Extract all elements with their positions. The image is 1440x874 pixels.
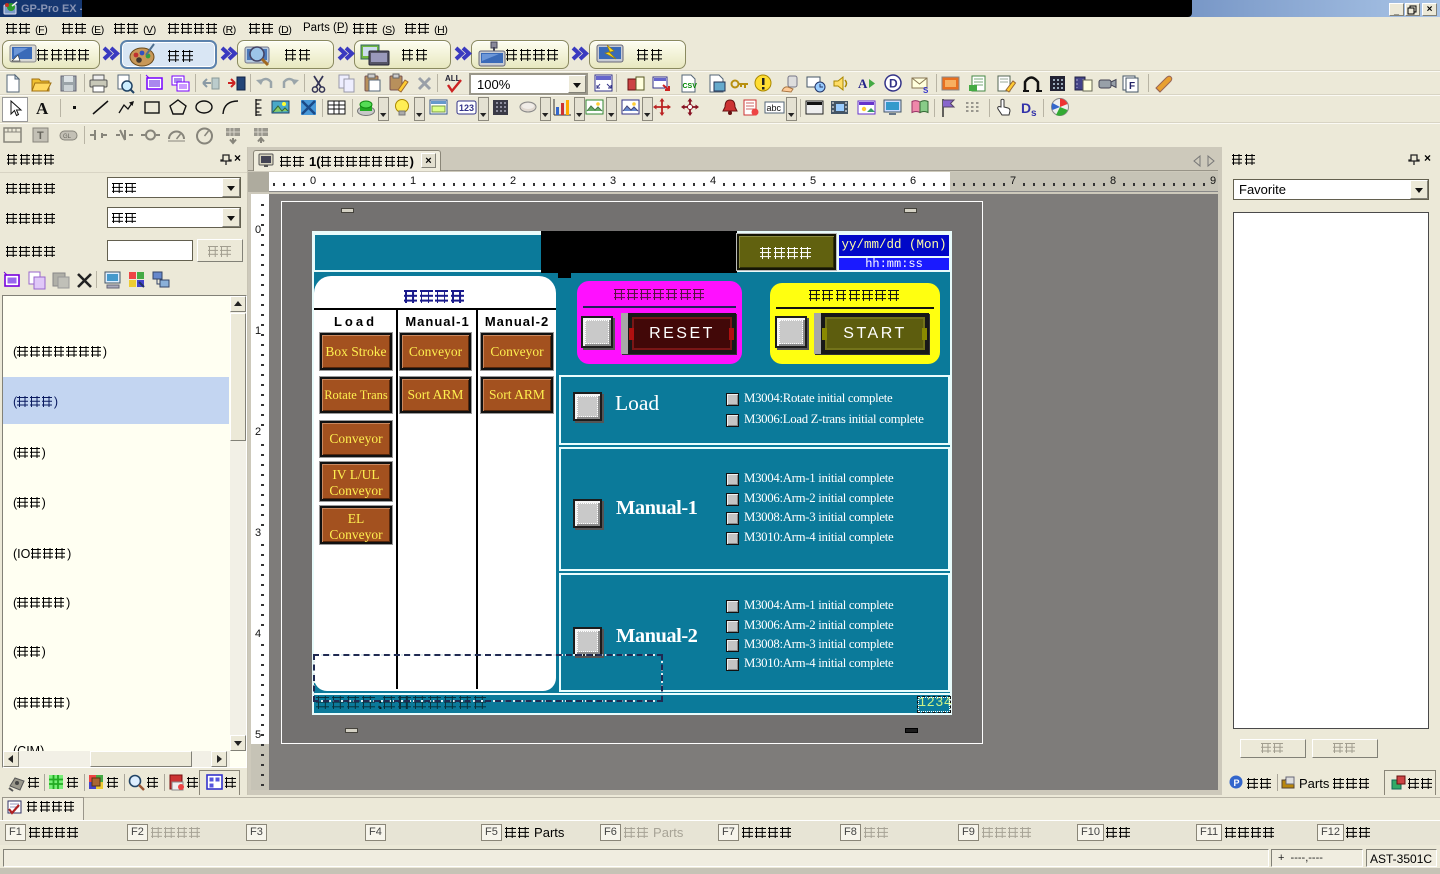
svg-text:T: T: [37, 130, 44, 142]
svg-text:GL: GL: [63, 134, 72, 140]
svg-text:F: F: [1129, 81, 1135, 92]
svg-text:123: 123: [459, 103, 474, 113]
svg-text:abc: abc: [767, 103, 782, 113]
svg-text:D: D: [889, 77, 898, 91]
svg-text:D: D: [1021, 100, 1031, 116]
svg-text:CSV: CSV: [683, 83, 698, 90]
svg-text:s: s: [1031, 108, 1037, 119]
svg-text:A: A: [858, 76, 868, 91]
svg-text:P: P: [1234, 778, 1240, 788]
svg-text:A: A: [36, 99, 49, 118]
svg-text:S: S: [923, 86, 929, 95]
